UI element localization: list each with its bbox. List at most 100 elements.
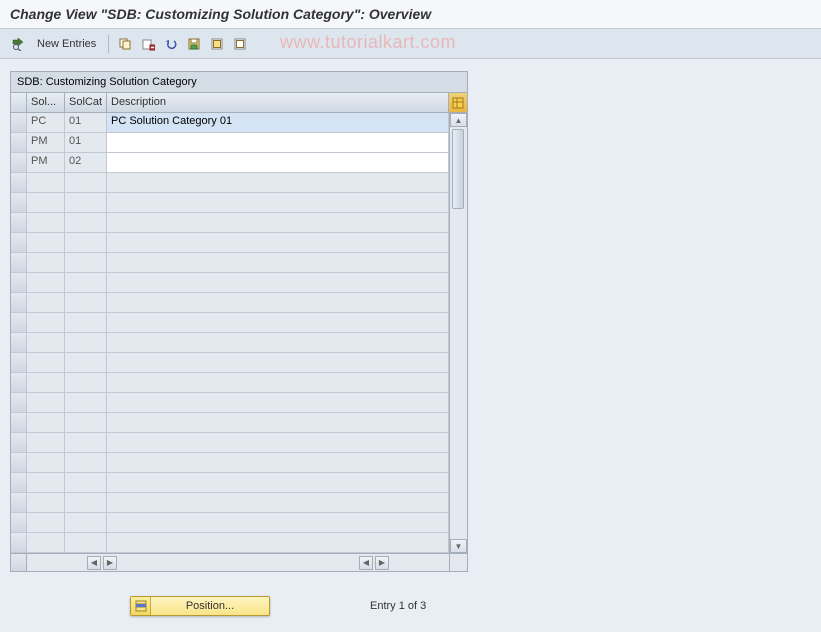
row-selector[interactable] bbox=[11, 293, 27, 312]
cell-sol[interactable] bbox=[27, 533, 65, 552]
cell-description[interactable] bbox=[107, 413, 449, 432]
cell-solcat[interactable] bbox=[65, 353, 107, 372]
header-solcat[interactable]: SolCat bbox=[65, 93, 107, 112]
row-selector[interactable] bbox=[11, 193, 27, 212]
cell-sol[interactable] bbox=[27, 453, 65, 472]
toggle-icon[interactable] bbox=[8, 34, 28, 54]
cell-solcat[interactable] bbox=[65, 513, 107, 532]
save-icon[interactable] bbox=[184, 34, 204, 54]
cell-solcat[interactable] bbox=[65, 413, 107, 432]
horizontal-scrollbar[interactable]: ◀ ▶ ◀ ▶ bbox=[27, 554, 449, 571]
cell-description[interactable] bbox=[107, 493, 449, 512]
cell-solcat[interactable] bbox=[65, 533, 107, 552]
cell-solcat[interactable] bbox=[65, 293, 107, 312]
cell-sol[interactable] bbox=[27, 313, 65, 332]
cell-description[interactable] bbox=[107, 533, 449, 552]
header-sol[interactable]: Sol... bbox=[27, 93, 65, 112]
scroll-thumb[interactable] bbox=[452, 129, 464, 209]
row-selector[interactable] bbox=[11, 173, 27, 192]
cell-description[interactable]: PC Solution Category 01 bbox=[107, 113, 449, 132]
row-selector[interactable] bbox=[11, 153, 27, 172]
cell-sol[interactable]: PM bbox=[27, 133, 65, 152]
deselect-all-icon[interactable] bbox=[230, 34, 250, 54]
row-selector[interactable] bbox=[11, 533, 27, 552]
cell-solcat[interactable] bbox=[65, 193, 107, 212]
cell-sol[interactable] bbox=[27, 233, 65, 252]
vertical-scrollbar[interactable]: ▲ ▼ bbox=[449, 113, 467, 553]
row-selector[interactable] bbox=[11, 213, 27, 232]
row-selector[interactable] bbox=[11, 133, 27, 152]
row-selector[interactable] bbox=[11, 433, 27, 452]
configure-columns-icon[interactable] bbox=[449, 93, 467, 112]
row-selector[interactable] bbox=[11, 333, 27, 352]
cell-sol[interactable]: PM bbox=[27, 153, 65, 172]
select-all-icon[interactable] bbox=[207, 34, 227, 54]
row-selector[interactable] bbox=[11, 113, 27, 132]
cell-solcat[interactable] bbox=[65, 253, 107, 272]
row-selector[interactable] bbox=[11, 273, 27, 292]
cell-description[interactable] bbox=[107, 433, 449, 452]
cell-solcat[interactable] bbox=[65, 333, 107, 352]
scroll-right-end-icon[interactable]: ▶ bbox=[375, 556, 389, 570]
new-entries-button[interactable]: New Entries bbox=[31, 36, 102, 52]
cell-description[interactable] bbox=[107, 313, 449, 332]
position-button[interactable]: Position... bbox=[130, 596, 270, 616]
cell-description[interactable] bbox=[107, 193, 449, 212]
scroll-left-end-icon[interactable]: ◀ bbox=[359, 556, 373, 570]
cell-sol[interactable] bbox=[27, 333, 65, 352]
cell-solcat[interactable]: 02 bbox=[65, 153, 107, 172]
cell-description[interactable] bbox=[107, 173, 449, 192]
undo-icon[interactable] bbox=[161, 34, 181, 54]
cell-solcat[interactable] bbox=[65, 393, 107, 412]
row-selector[interactable] bbox=[11, 513, 27, 532]
cell-solcat[interactable] bbox=[65, 493, 107, 512]
scroll-up-icon[interactable]: ▲ bbox=[450, 113, 467, 127]
row-selector[interactable] bbox=[11, 233, 27, 252]
cell-solcat[interactable] bbox=[65, 233, 107, 252]
row-selector[interactable] bbox=[11, 413, 27, 432]
cell-description[interactable] bbox=[107, 213, 449, 232]
cell-description[interactable] bbox=[107, 453, 449, 472]
cell-solcat[interactable] bbox=[65, 453, 107, 472]
row-selector[interactable] bbox=[11, 373, 27, 392]
cell-sol[interactable] bbox=[27, 513, 65, 532]
cell-sol[interactable] bbox=[27, 393, 65, 412]
cell-sol[interactable] bbox=[27, 173, 65, 192]
row-selector[interactable] bbox=[11, 493, 27, 512]
cell-description[interactable] bbox=[107, 153, 449, 172]
cell-sol[interactable] bbox=[27, 193, 65, 212]
scroll-down-icon[interactable]: ▼ bbox=[450, 539, 467, 553]
cell-sol[interactable] bbox=[27, 293, 65, 312]
cell-description[interactable] bbox=[107, 233, 449, 252]
cell-description[interactable] bbox=[107, 253, 449, 272]
copy-icon[interactable] bbox=[115, 34, 135, 54]
cell-sol[interactable]: PC bbox=[27, 113, 65, 132]
cell-solcat[interactable]: 01 bbox=[65, 113, 107, 132]
cell-description[interactable] bbox=[107, 333, 449, 352]
cell-solcat[interactable] bbox=[65, 373, 107, 392]
cell-solcat[interactable] bbox=[65, 173, 107, 192]
cell-sol[interactable] bbox=[27, 493, 65, 512]
row-selector[interactable] bbox=[11, 313, 27, 332]
cell-description[interactable] bbox=[107, 133, 449, 152]
header-selector[interactable] bbox=[11, 93, 27, 112]
row-selector[interactable] bbox=[11, 353, 27, 372]
cell-sol[interactable] bbox=[27, 413, 65, 432]
cell-solcat[interactable] bbox=[65, 273, 107, 292]
cell-sol[interactable] bbox=[27, 433, 65, 452]
cell-solcat[interactable] bbox=[65, 433, 107, 452]
delete-icon[interactable] bbox=[138, 34, 158, 54]
cell-description[interactable] bbox=[107, 473, 449, 492]
cell-description[interactable] bbox=[107, 353, 449, 372]
cell-solcat[interactable]: 01 bbox=[65, 133, 107, 152]
cell-solcat[interactable] bbox=[65, 213, 107, 232]
cell-description[interactable] bbox=[107, 513, 449, 532]
cell-sol[interactable] bbox=[27, 273, 65, 292]
cell-description[interactable] bbox=[107, 293, 449, 312]
cell-description[interactable] bbox=[107, 273, 449, 292]
cell-sol[interactable] bbox=[27, 213, 65, 232]
scroll-left-icon[interactable]: ◀ bbox=[87, 556, 101, 570]
cell-sol[interactable] bbox=[27, 473, 65, 492]
row-selector[interactable] bbox=[11, 453, 27, 472]
header-description[interactable]: Description bbox=[107, 93, 449, 112]
